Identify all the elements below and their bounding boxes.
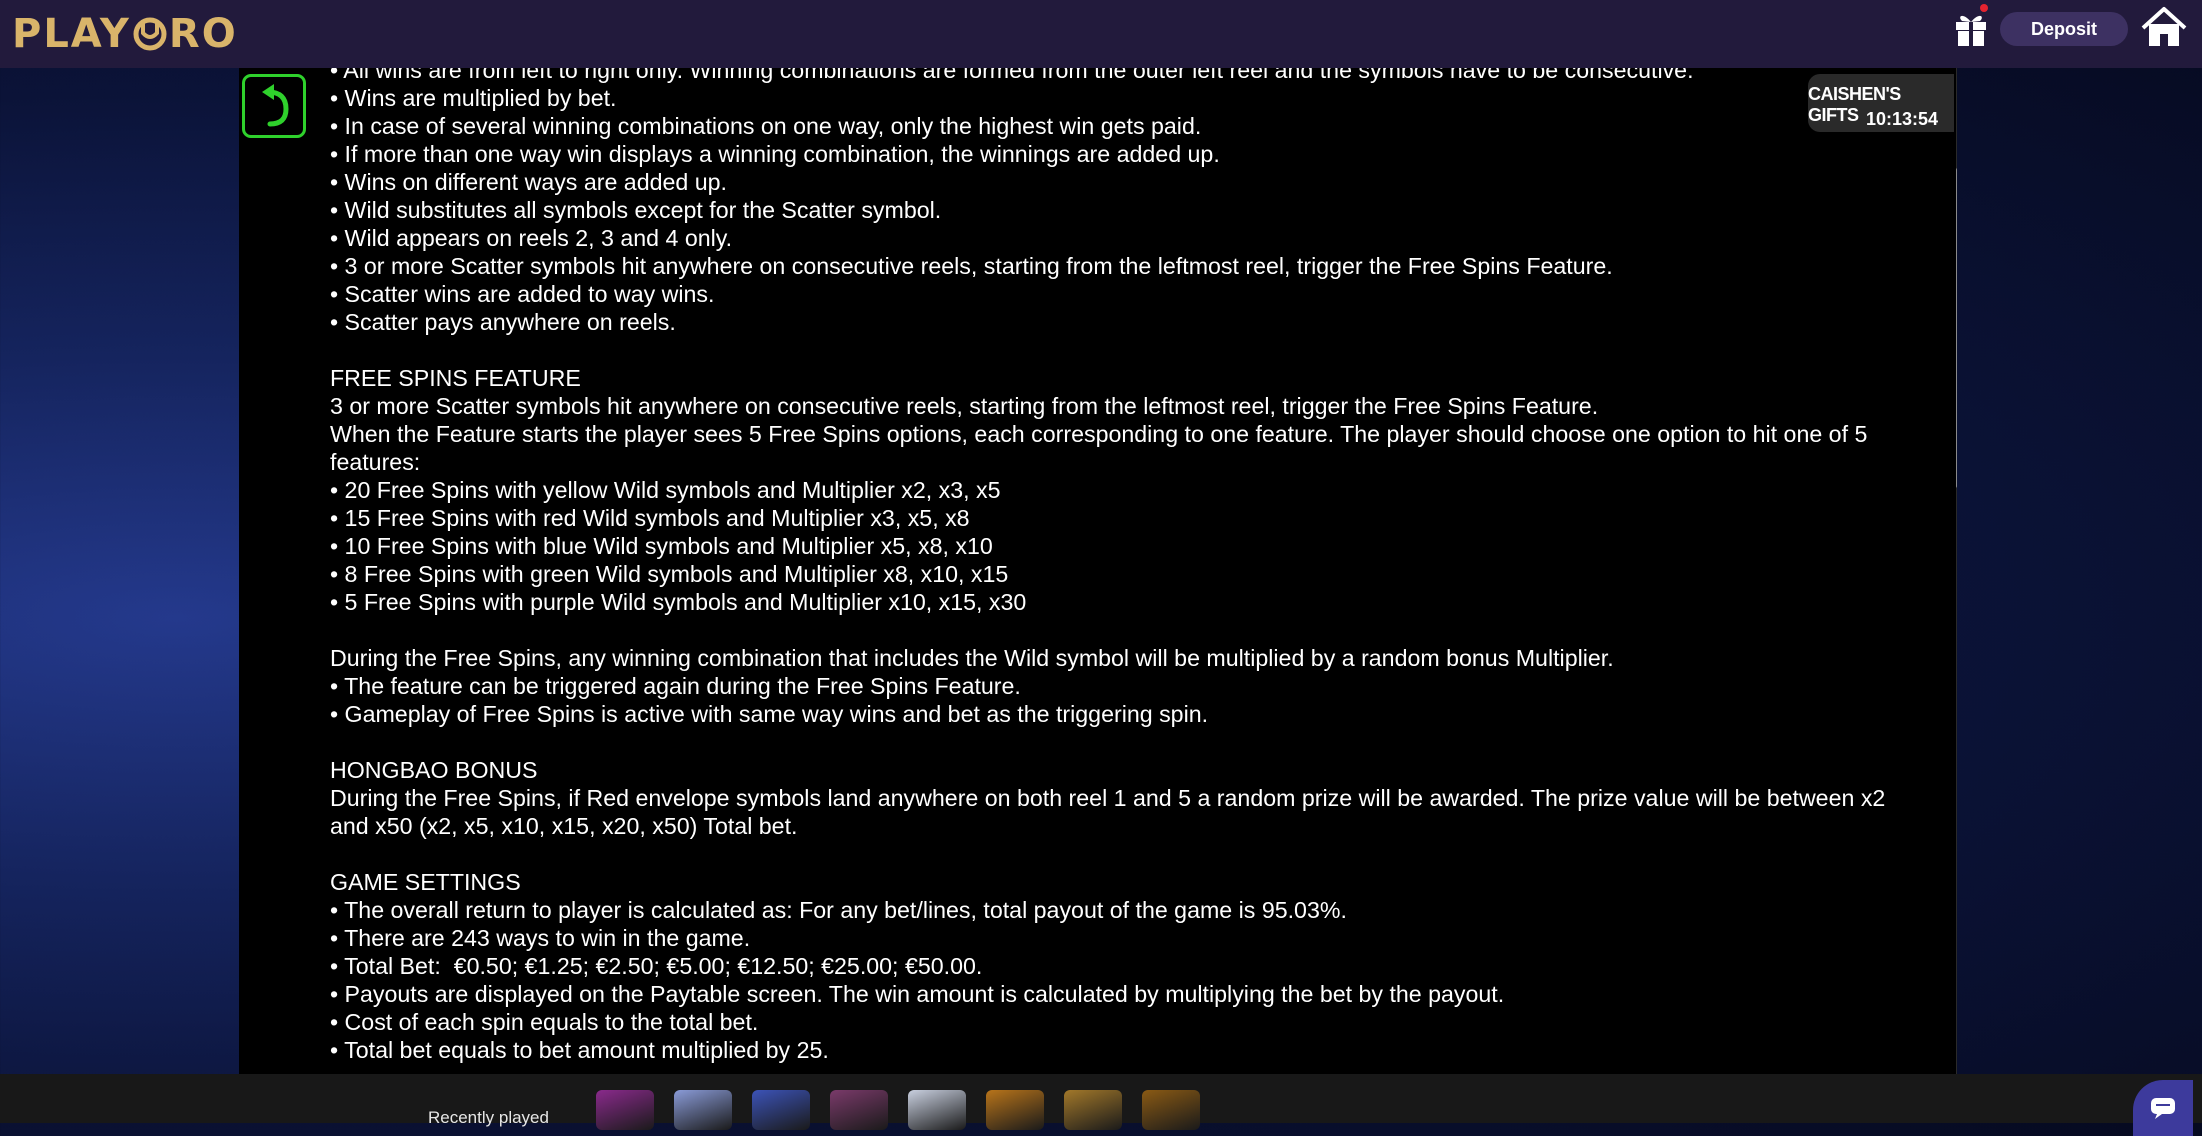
gift-icon[interactable] [1953,8,1989,48]
rules-line: • Wins are multiplied by bet. [330,85,617,111]
rules-line: • Wild appears on reels 2, 3 and 4 only. [330,225,733,251]
game-thumb-fruits[interactable] [830,1090,888,1130]
rules-line: • 8 Free Spins with green Wild symbols a… [330,561,1009,587]
rules-line: • The feature can be triggered again dur… [330,673,1021,699]
logo-o-icon [133,17,167,51]
rules-line: • 5 Free Spins with purple Wild symbols … [330,589,1027,615]
recently-played-list [596,1090,1200,1130]
rules-line: • 15 Free Spins with red Wild symbols an… [330,505,970,531]
deposit-button[interactable]: Deposit [2000,12,2128,46]
rules-line: • Total Bet: €0.50; €1.25; €2.50; €5.00;… [330,953,983,979]
game-info-badge: CAISHEN'S GIFTS 10:13:54 [1808,74,1954,132]
game-thumb-blocks[interactable] [674,1090,732,1130]
rules-line: • Scatter pays anywhere on reels. [330,309,676,335]
rules-line: • 3 or more Scatter symbols hit anywhere… [330,253,1613,279]
rules-line: • The overall return to player is calcul… [330,897,1347,923]
rules-line: • Wild substitutes all symbols except fo… [330,197,942,223]
rules-scrollbar[interactable] [1956,68,1957,1074]
rules-line: • 20 Free Spins with yellow Wild symbols… [330,477,1001,503]
rules-line: • Wins on different ways are added up. [330,169,727,195]
game-thumb-joker[interactable] [596,1090,654,1130]
scrollbar-thumb[interactable] [1956,168,1957,488]
logo-text-right: RO [168,11,238,57]
game-thumb-dragon[interactable] [986,1090,1044,1130]
game-thumb-gold[interactable] [1142,1090,1200,1130]
chat-icon[interactable] [2133,1080,2193,1136]
rules-line: When the Feature starts the player sees … [330,421,1874,475]
game-thumb-pharaoh[interactable] [1064,1090,1122,1130]
game-thumb-777[interactable] [752,1090,810,1130]
clock-time: 10:13:54 [1865,109,1938,129]
rules-line: During the Free Spins, any winning combi… [330,645,1614,671]
rules-line: 3 or more Scatter symbols hit anywhere o… [330,393,1599,419]
rules-line: • There are 243 ways to win in the game. [330,925,751,951]
undo-arrow-icon [262,84,289,127]
rules-line: HONGBAO BONUS [330,757,538,783]
rules-line: • All wins are from left to right only. … [330,68,1694,83]
game-thumb-eagle[interactable] [908,1090,966,1130]
recently-played-bar: Recently played [0,1074,2202,1136]
game-rules-panel: • All wins are from left to right only. … [239,68,1957,1074]
rules-line: GAME SETTINGS [330,869,521,895]
notification-dot [1980,4,1988,12]
rules-line: During the Free Spins, if Red envelope s… [330,785,1892,839]
rules-line: • Payouts are displayed on the Paytable … [330,981,1505,1007]
logo-text-left: PLAY [12,11,131,57]
top-header: PLAY RO Deposit [0,0,2202,68]
rules-text: • All wins are from left to right only. … [330,68,1920,1064]
rules-line: • Cost of each spin equals to the total … [330,1009,759,1035]
back-arrow-button[interactable] [242,74,306,138]
home-icon[interactable] [2140,4,2188,52]
rules-line: • Gameplay of Free Spins is active with … [330,701,1209,727]
rules-line: • If more than one way win displays a wi… [330,141,1220,167]
rules-line: • Total bet equals to bet amount multipl… [330,1037,829,1063]
rules-line: • 10 Free Spins with blue Wild symbols a… [330,533,993,559]
rules-line: • Scatter wins are added to way wins. [330,281,715,307]
rules-line: FREE SPINS FEATURE [330,365,581,391]
rules-line: • In case of several winning combination… [330,113,1202,139]
recently-played-label: Recently played [428,1108,549,1127]
playuro-logo[interactable]: PLAY RO [12,6,238,62]
